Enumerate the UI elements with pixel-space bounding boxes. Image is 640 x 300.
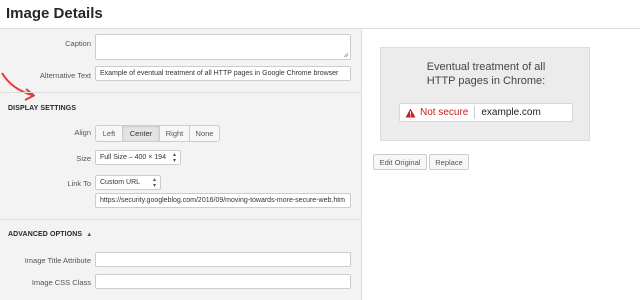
- align-right-button[interactable]: Right: [159, 125, 190, 142]
- size-label: Size: [76, 154, 91, 163]
- warning-icon: [405, 107, 417, 118]
- url-text: example.com: [481, 107, 541, 118]
- caption-label: Caption: [65, 39, 91, 48]
- alt-text-label: Alternative Text: [39, 71, 91, 80]
- advanced-options-title: ADVANCED OPTIONS: [8, 231, 83, 238]
- image-css-class-label: Image CSS Class: [31, 278, 91, 287]
- align-center-button[interactable]: Center: [122, 125, 160, 142]
- image-css-class-field[interactable]: [95, 274, 351, 289]
- caption-field[interactable]: [95, 34, 351, 60]
- image-title-attribute-field[interactable]: [95, 252, 351, 267]
- link-url-field[interactable]: https://security.googleblog.com/2016/09/…: [95, 193, 351, 208]
- advanced-options-toggle[interactable]: ADVANCED OPTIONS ▲: [8, 231, 92, 238]
- image-title-attribute-label: Image Title Attribute: [24, 256, 91, 265]
- image-preview: Eventual treatment of all HTTP pages in …: [380, 47, 590, 141]
- preview-caption: Eventual treatment of all HTTP pages in …: [381, 60, 591, 88]
- divider: [0, 92, 362, 93]
- url-bar: Not secure example.com: [399, 103, 573, 122]
- link-to-label: Link To: [67, 179, 91, 188]
- link-to-select[interactable]: Custom URL ▴ ▾: [95, 175, 161, 190]
- not-secure-label: Not secure: [420, 107, 469, 118]
- align-button-group: Left Center Right None: [95, 125, 220, 142]
- link-to-select-value: Custom URL: [100, 179, 141, 186]
- edit-original-button[interactable]: Edit Original: [373, 154, 427, 170]
- replace-button[interactable]: Replace: [429, 154, 469, 170]
- alt-text-field[interactable]: Example of eventual treatment of all HTT…: [95, 66, 351, 81]
- page-title: Image Details: [6, 5, 103, 22]
- align-label: Align: [74, 128, 91, 137]
- size-select-value: Full Size – 400 × 194: [100, 154, 166, 161]
- url-separator: [474, 106, 476, 119]
- size-select[interactable]: Full Size – 400 × 194 ▴ ▾: [95, 150, 181, 165]
- select-arrows-icon: ▴ ▾: [152, 176, 156, 189]
- resize-handle-icon[interactable]: [343, 52, 349, 58]
- preview-caption-line1: Eventual treatment of all: [426, 61, 546, 73]
- divider: [0, 219, 362, 220]
- preview-panel: Eventual treatment of all HTTP pages in …: [363, 29, 640, 300]
- display-settings-title: DISPLAY SETTINGS: [8, 105, 77, 112]
- align-left-button[interactable]: Left: [95, 125, 123, 142]
- caret-up-icon: ▲: [86, 231, 93, 238]
- preview-caption-line2: HTTP pages in Chrome:: [426, 75, 546, 87]
- select-arrows-icon: ▴ ▾: [172, 151, 176, 164]
- settings-panel: Caption Alternative Text Example of even…: [0, 29, 362, 300]
- align-none-button[interactable]: None: [189, 125, 220, 142]
- modal-header: Image Details: [0, 0, 640, 29]
